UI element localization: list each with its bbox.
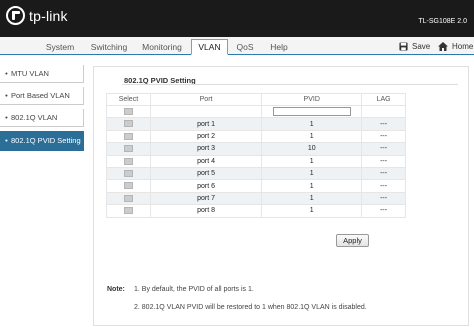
- column-header-lag: LAG: [361, 93, 406, 106]
- port-cell: port 8: [149, 204, 263, 218]
- port-checkbox[interactable]: [123, 157, 133, 165]
- port-checkbox[interactable]: [123, 120, 133, 128]
- table-row: port 1 1 ---: [106, 117, 406, 131]
- note-item: 2. 802.1Q VLAN PVID will be restored to …: [134, 304, 367, 311]
- save-icon: [399, 41, 408, 51]
- table-row: port 7 1 ---: [106, 191, 406, 206]
- pvid-cell: 1: [261, 166, 363, 181]
- port-checkbox[interactable]: [123, 169, 133, 177]
- sidebar-item-label: MTU VLAN: [11, 69, 49, 78]
- pvid-cell: 1: [261, 117, 363, 131]
- lag-cell: ---: [361, 179, 406, 193]
- main-nav: System Switching Monitoring VLAN QoS Hel…: [0, 37, 474, 55]
- table-row: port 5 1 ---: [106, 166, 406, 181]
- pvid-cell: 1: [261, 129, 363, 144]
- table-row: port 6 1 ---: [106, 179, 406, 193]
- lag-cell: ---: [361, 154, 406, 168]
- port-cell: port 3: [149, 142, 263, 156]
- pvid-cell: 1: [261, 179, 363, 193]
- pvid-input[interactable]: [272, 107, 351, 117]
- column-header-pvid: PVID: [261, 93, 363, 106]
- bullet-icon: •: [5, 91, 8, 100]
- port-checkbox[interactable]: [123, 132, 133, 140]
- title-divider: [122, 84, 458, 85]
- note-item: 1. By default, the PVID of all ports is …: [134, 286, 254, 293]
- header-bar: tp-link TL-SG108E 2.0: [0, 0, 474, 37]
- tab-qos[interactable]: QoS: [232, 40, 258, 55]
- sidebar-item-port-based-vlan[interactable]: • Port Based VLAN: [0, 87, 84, 105]
- home-icon: [438, 41, 448, 51]
- tp-link-logo-icon: [6, 6, 25, 25]
- batch-edit-row: [106, 104, 406, 119]
- table-row: port 2 1 ---: [106, 129, 406, 144]
- pvid-cell: 1: [261, 204, 363, 218]
- note-label: Note:: [107, 286, 125, 293]
- sidebar-item-label: 802.1Q PVID Setting: [11, 136, 81, 145]
- table-row: port 3 10 ---: [106, 142, 406, 156]
- lag-cell: ---: [361, 191, 406, 206]
- sidebar: • MTU VLAN • Port Based VLAN • 802.1Q VLAN …: [0, 65, 84, 155]
- bullet-icon: •: [5, 136, 8, 145]
- sidebar-item-mtu-vlan[interactable]: • MTU VLAN: [0, 65, 84, 83]
- logo-text: tp-link: [29, 7, 68, 24]
- home-label: Home: [452, 41, 474, 51]
- select-all-checkbox[interactable]: [123, 108, 133, 116]
- save-button[interactable]: Save: [399, 40, 430, 52]
- port-cell: port 7: [149, 191, 263, 206]
- lag-cell: ---: [361, 142, 406, 156]
- pvid-table: Select Port PVID LAG port 1 1 --- port 2…: [106, 93, 406, 218]
- pvid-cell: 1: [261, 191, 363, 206]
- port-checkbox[interactable]: [123, 182, 133, 190]
- port-checkbox[interactable]: [123, 194, 133, 202]
- bullet-icon: •: [5, 69, 8, 78]
- table-row: port 4 1 ---: [106, 154, 406, 168]
- save-label: Save: [412, 41, 431, 51]
- lag-cell: ---: [361, 117, 406, 131]
- port-cell: port 6: [149, 179, 263, 193]
- table-row: port 8 1 ---: [106, 204, 406, 218]
- sidebar-item-label: 802.1Q VLAN: [11, 113, 58, 122]
- tab-monitoring[interactable]: Monitoring: [138, 40, 186, 55]
- port-checkbox[interactable]: [123, 145, 133, 153]
- model-label: TL-SG108E 2.0: [418, 18, 467, 25]
- tab-vlan[interactable]: VLAN: [191, 39, 228, 55]
- port-cell: port 1: [149, 117, 263, 131]
- port-cell: port 4: [149, 154, 263, 168]
- pvid-setting-panel: 802.1Q PVID Setting Select Port PVID LAG…: [93, 66, 469, 326]
- sidebar-item-label: Port Based VLAN: [11, 91, 70, 100]
- column-header-port: Port: [149, 93, 263, 106]
- sidebar-item-8021q-vlan[interactable]: • 802.1Q VLAN: [0, 109, 84, 127]
- tp-link-logo: tp-link: [6, 6, 68, 25]
- pvid-cell: 1: [261, 154, 363, 168]
- home-button[interactable]: Home: [438, 40, 473, 52]
- sidebar-item-8021q-pvid-setting[interactable]: • 802.1Q PVID Setting: [0, 131, 84, 151]
- lag-cell: ---: [361, 129, 406, 144]
- port-cell: port 2: [149, 129, 263, 144]
- lag-cell: ---: [361, 204, 406, 218]
- column-header-select: Select: [106, 93, 151, 106]
- tab-help[interactable]: Help: [264, 40, 294, 55]
- tab-switching[interactable]: Switching: [87, 40, 131, 55]
- pvid-cell: 10: [261, 142, 363, 156]
- lag-cell: ---: [361, 166, 406, 181]
- bullet-icon: •: [5, 113, 8, 122]
- apply-button[interactable]: Apply: [336, 234, 369, 247]
- port-cell: port 5: [149, 166, 263, 181]
- tab-system[interactable]: System: [40, 40, 80, 55]
- port-checkbox[interactable]: [123, 207, 133, 215]
